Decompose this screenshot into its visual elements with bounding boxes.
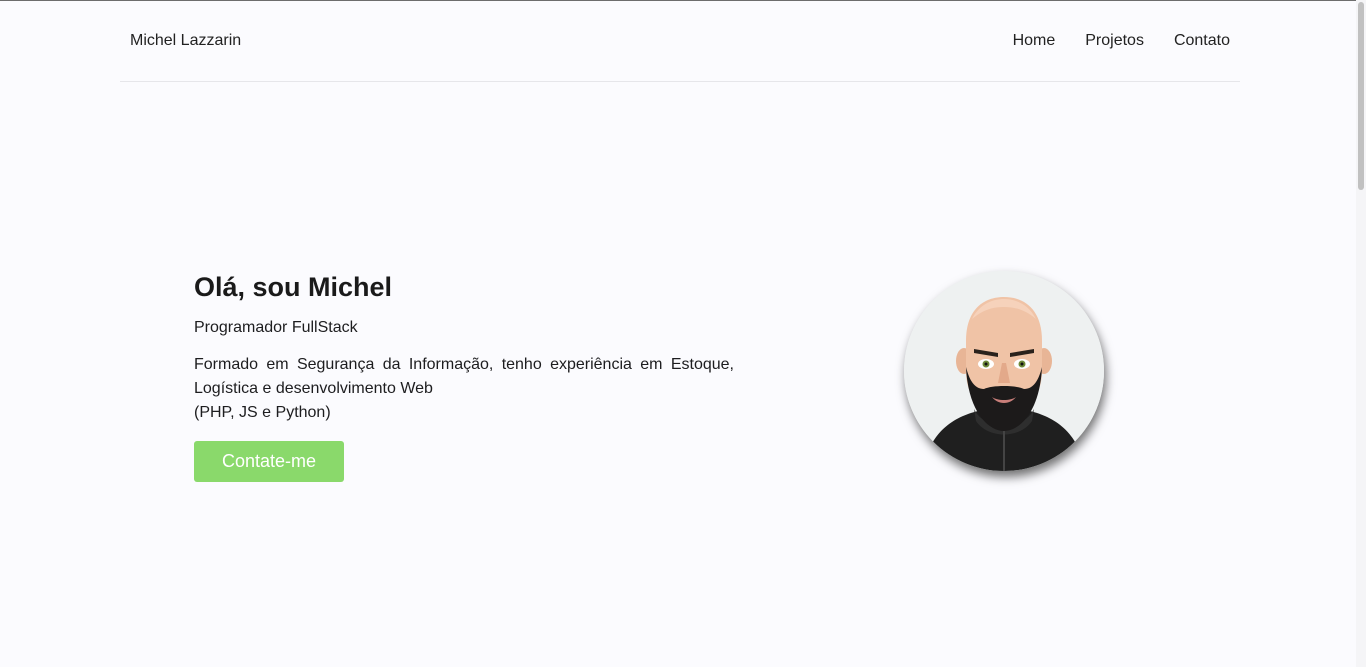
hero-description: Formado em Segurança da Informação, tenh… [194,353,734,425]
description-line-2: Logística e desenvolvimento Web [194,380,433,397]
avatar [904,271,1104,471]
hero-title: Olá, sou Michel [194,272,393,302]
nav-projetos-link[interactable]: Projetos [1085,32,1144,50]
contact-button[interactable]: Contate-me [194,441,344,482]
description-line-1: Formado em Segurança da Informação, tenh… [194,356,734,373]
scrollbar-thumb[interactable] [1358,2,1364,190]
hero-section: Olá, sou Michel Programador FullStack Fo… [194,270,734,482]
avatar-illustration [904,271,1104,471]
nav-contato-link[interactable]: Contato [1174,32,1230,50]
description-line-3: (PHP, JS e Python) [194,404,331,421]
main-nav: Home Projetos Contato [1013,32,1230,50]
scrollbar[interactable] [1356,0,1366,667]
site-header: Michel Lazzarin Home Projetos Contato [120,1,1240,82]
nav-home-link[interactable]: Home [1013,32,1056,50]
brand-name[interactable]: Michel Lazzarin [130,32,241,50]
hero-role: Programador FullStack [194,319,358,336]
